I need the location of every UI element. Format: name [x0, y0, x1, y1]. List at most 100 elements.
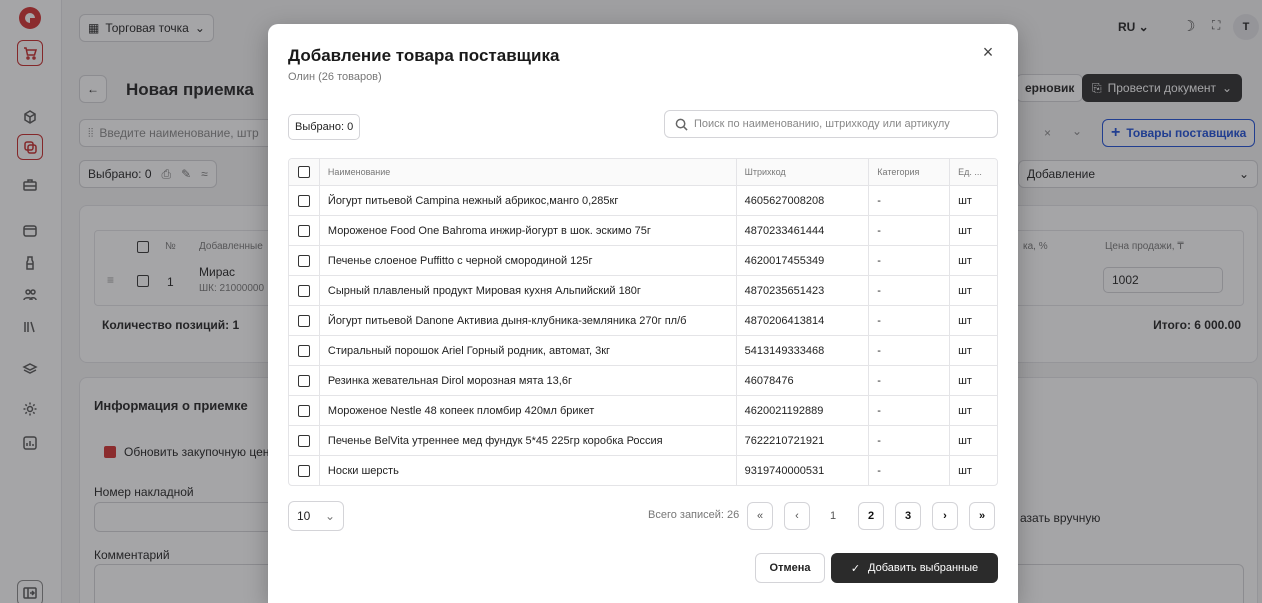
row-checkbox[interactable]	[297, 434, 310, 447]
selected-count-label: Выбрано: 0	[295, 121, 354, 133]
col-header-name[interactable]: Наименование	[318, 159, 736, 185]
modal-subtitle: Олин (26 товаров)	[288, 71, 382, 83]
product-unit: шт	[949, 336, 997, 365]
chevron-left-icon: ‹	[795, 510, 799, 522]
selected-count-badge: Выбрано: 0	[288, 114, 361, 140]
product-barcode: 4870233461444	[735, 216, 869, 245]
page-label-2: 2	[867, 510, 875, 522]
product-unit: шт	[949, 456, 997, 485]
table-row[interactable]: Сырный плавленый продукт Мировая кухня А…	[289, 275, 997, 305]
add-selected-button[interactable]: ✓ Добавить выбранные	[831, 553, 998, 583]
product-barcode: 4605627008208	[735, 186, 869, 215]
add-selected-label: Добавить выбранные	[868, 562, 979, 574]
table-row[interactable]: Печенье BelVita утреннее мед фундук 5*45…	[289, 425, 997, 455]
product-barcode: 46078476	[735, 366, 869, 395]
product-unit: шт	[949, 396, 997, 425]
product-category: -	[868, 216, 949, 245]
col-header-unit[interactable]: Ед. ...	[949, 159, 997, 185]
product-name: Печенье BelVita утреннее мед фундук 5*45…	[318, 426, 736, 455]
table-row[interactable]: Йогурт питьевой Danone Активиа дыня-клуб…	[289, 305, 997, 335]
modal-title: Добавление товара поставщика	[288, 46, 560, 65]
product-name: Мороженое Food One Bahroma инжир-йогурт …	[318, 216, 736, 245]
row-checkbox-cell	[289, 456, 319, 485]
table-row[interactable]: Резинка жевательная Dirol морозная мята …	[289, 365, 997, 395]
product-category: -	[868, 366, 949, 395]
add-supplier-goods-modal: Добавление товара поставщика Олин (26 то…	[268, 24, 1018, 603]
product-name: Носки шерсть	[318, 456, 736, 485]
row-checkbox-cell	[289, 276, 319, 305]
product-name: Йогурт питьевой Danone Активиа дыня-клуб…	[318, 306, 736, 335]
check-icon: ✓	[850, 562, 861, 575]
product-name: Печенье слоеное Puffitto с черной смород…	[318, 246, 736, 275]
row-checkbox-cell	[289, 306, 319, 335]
double-chevron-right-icon: »	[978, 510, 986, 522]
product-unit: шт	[949, 276, 997, 305]
table-row[interactable]: Печенье слоеное Puffitto с черной смород…	[289, 245, 997, 275]
product-name: Мороженое Nestle 48 копеек пломбир 420мл…	[318, 396, 736, 425]
product-barcode: 4620017455349	[735, 246, 869, 275]
product-unit: шт	[949, 426, 997, 455]
row-checkbox[interactable]	[297, 224, 310, 237]
cancel-label: Отмена	[769, 562, 811, 574]
table-row[interactable]: Йогурт питьевой Campina нежный абрикос,м…	[289, 185, 997, 215]
page-button-1[interactable]: 1	[820, 502, 846, 530]
product-barcode: 9319740000531	[735, 456, 869, 485]
search-icon	[675, 118, 688, 131]
product-barcode: 4870206413814	[735, 306, 869, 335]
product-search-input[interactable]: Поиск по наименованию, штрихкоду или арт…	[664, 110, 998, 138]
product-category: -	[868, 276, 949, 305]
product-name: Резинка жевательная Dirol морозная мята …	[318, 366, 736, 395]
product-category: -	[868, 306, 949, 335]
next-page-button[interactable]: ›	[932, 502, 958, 530]
row-checkbox[interactable]	[297, 284, 310, 297]
close-icon[interactable]: ×	[978, 42, 998, 62]
row-checkbox[interactable]	[297, 314, 310, 327]
row-checkbox[interactable]	[297, 254, 310, 267]
header-checkbox-cell	[289, 159, 319, 185]
product-category: -	[868, 186, 949, 215]
product-barcode: 7622210721921	[735, 426, 869, 455]
row-checkbox-cell	[289, 366, 319, 395]
table-row[interactable]: Мороженое Food One Bahroma инжир-йогурт …	[289, 215, 997, 245]
chevron-down-icon: ⌄	[324, 509, 335, 523]
page-size-value: 10	[297, 509, 311, 523]
row-checkbox-cell	[289, 246, 319, 275]
row-checkbox-cell	[289, 216, 319, 245]
product-name: Стиральный порошок Ariel Горный родник, …	[318, 336, 736, 365]
product-name: Сырный плавленый продукт Мировая кухня А…	[318, 276, 736, 305]
prev-page-button[interactable]: ‹	[784, 502, 810, 530]
last-page-button[interactable]: »	[969, 502, 995, 530]
page-button-3[interactable]: 3	[895, 502, 921, 530]
table-row[interactable]: Носки шерсть 9319740000531- шт	[289, 455, 997, 485]
page-label-3: 3	[904, 510, 912, 522]
row-checkbox[interactable]	[297, 374, 310, 387]
first-page-button[interactable]: «	[747, 502, 773, 530]
search-placeholder: Поиск по наименованию, штрихкоду или арт…	[694, 118, 950, 130]
product-unit: шт	[949, 186, 997, 215]
table-row[interactable]: Мороженое Nestle 48 копеек пломбир 420мл…	[289, 395, 997, 425]
page-label-1: 1	[829, 510, 837, 522]
product-category: -	[868, 336, 949, 365]
page-size-select[interactable]: 10 ⌄	[288, 501, 344, 531]
table-header-row: Наименование Штрихкод Категория Ед. ...	[289, 159, 997, 185]
total-records: Всего записей: 26	[648, 509, 740, 521]
row-checkbox-cell	[289, 396, 319, 425]
chevron-right-icon: ›	[943, 510, 947, 522]
page-button-2[interactable]: 2	[858, 502, 884, 530]
select-all-checkbox[interactable]	[297, 166, 310, 178]
cancel-button[interactable]: Отмена	[755, 553, 825, 583]
row-checkbox[interactable]	[297, 344, 310, 357]
product-unit: шт	[949, 246, 997, 275]
product-category: -	[868, 456, 949, 485]
product-category: -	[868, 246, 949, 275]
col-header-barcode[interactable]: Штрихкод	[735, 159, 869, 185]
row-checkbox[interactable]	[297, 464, 310, 477]
row-checkbox[interactable]	[297, 194, 310, 207]
products-table: Наименование Штрихкод Категория Ед. ... …	[288, 158, 998, 486]
col-header-category[interactable]: Категория	[868, 159, 949, 185]
product-unit: шт	[949, 306, 997, 335]
product-barcode: 5413149333468	[735, 336, 869, 365]
row-checkbox[interactable]	[297, 404, 310, 417]
product-barcode: 4620021192889	[735, 396, 869, 425]
table-row[interactable]: Стиральный порошок Ariel Горный родник, …	[289, 335, 997, 365]
